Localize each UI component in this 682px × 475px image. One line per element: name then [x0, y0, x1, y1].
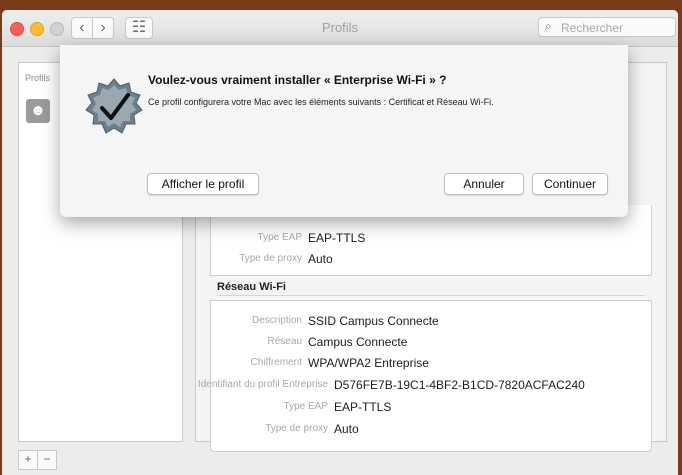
add-profile-button[interactable]: +	[18, 450, 38, 470]
detail-key: Description	[251, 315, 302, 326]
cancel-button[interactable]: Annuler	[444, 173, 524, 195]
profile-icon[interactable]: ☻	[26, 99, 50, 123]
detail-value: SSID Campus Connecte	[308, 314, 439, 328]
sidebar-header: Profils	[25, 73, 51, 83]
detail-key: Type de proxy	[265, 423, 328, 434]
show-profile-button[interactable]: Afficher le profil	[147, 173, 259, 195]
detail-value: WPA/WPA2 Entreprise	[308, 356, 429, 370]
detail-key: Type EAP	[283, 401, 328, 412]
search-field[interactable]: ⌕ Rechercher	[538, 17, 676, 37]
wifi-section-heading: Réseau Wi-Fi	[217, 281, 286, 293]
search-placeholder: Rechercher	[561, 21, 624, 35]
detail-value: Campus Connecte	[308, 335, 408, 349]
titlebar: ‹ › ☷ Profils ⌕ Rechercher	[2, 10, 678, 47]
install-confirmation-sheet: Voulez-vous vraiment installer « Enterpr…	[60, 45, 628, 217]
search-icon: ⌕	[545, 19, 552, 33]
certificate-checkmark-icon	[85, 78, 143, 134]
remove-profile-button[interactable]: −	[37, 450, 57, 470]
section-divider	[217, 295, 645, 296]
continue-button[interactable]: Continuer	[532, 173, 608, 195]
detail-key: Type de proxy	[239, 253, 302, 264]
detail-key: Chiffrement	[250, 357, 302, 368]
dialog-title: Voulez-vous vraiment installer « Enterpr…	[148, 73, 447, 87]
detail-value: Auto	[334, 422, 359, 436]
detail-key: Identifiant du profil Entreprise	[197, 379, 328, 390]
detail-value: Auto	[308, 252, 333, 266]
detail-key: Type EAP	[257, 232, 302, 243]
detail-value: EAP-TTLS	[308, 231, 366, 245]
detail-value: D576FE7B-19C1-4BF2-B1CD-7820ACFAC240	[334, 378, 585, 392]
sidebar-bottom-controls: + −	[18, 450, 58, 470]
detail-value: EAP-TTLS	[334, 400, 392, 414]
detail-key: Réseau	[267, 336, 302, 347]
dialog-message: Ce profil configurera votre Mac avec les…	[148, 97, 494, 107]
